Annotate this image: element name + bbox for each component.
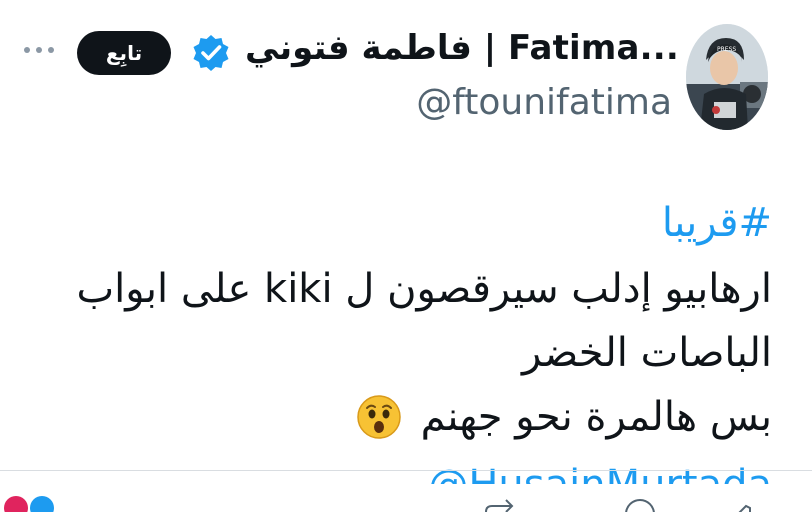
hushed-face-emoji-icon	[357, 395, 401, 439]
comment-icon[interactable]	[620, 494, 660, 512]
verified-badge-icon	[193, 35, 229, 71]
tweet-line: الباصات الخضر	[522, 330, 772, 376]
reaction-icons	[4, 496, 54, 512]
share-icon[interactable]	[480, 494, 520, 512]
hashtag-link[interactable]: #قريبا	[662, 200, 772, 246]
avatar[interactable]: PRESS	[686, 24, 768, 130]
tweet-line: بس هالمرة نحو جهنم	[356, 392, 772, 440]
user-handle[interactable]: @ftounifatima	[300, 82, 672, 123]
divider	[0, 470, 812, 471]
follow-button[interactable]: تابِع	[77, 31, 171, 75]
more-options-icon[interactable]	[22, 44, 56, 56]
tweet-line: ارهابيو إدلب سيرقصون ل kiki على ابواب	[76, 266, 772, 312]
tweet-line-text: بس هالمرة نحو جهنم	[420, 394, 772, 440]
action-bar	[0, 480, 812, 512]
like-icon[interactable]	[730, 494, 770, 512]
svg-text:PRESS: PRESS	[717, 46, 736, 53]
tweet-card: PRESS فاطمة فتوني | Fatima... تابِع @fto…	[0, 0, 812, 512]
display-name[interactable]: فاطمة فتوني | Fatima...	[245, 28, 679, 68]
avatar-photo-icon: PRESS	[686, 24, 768, 130]
